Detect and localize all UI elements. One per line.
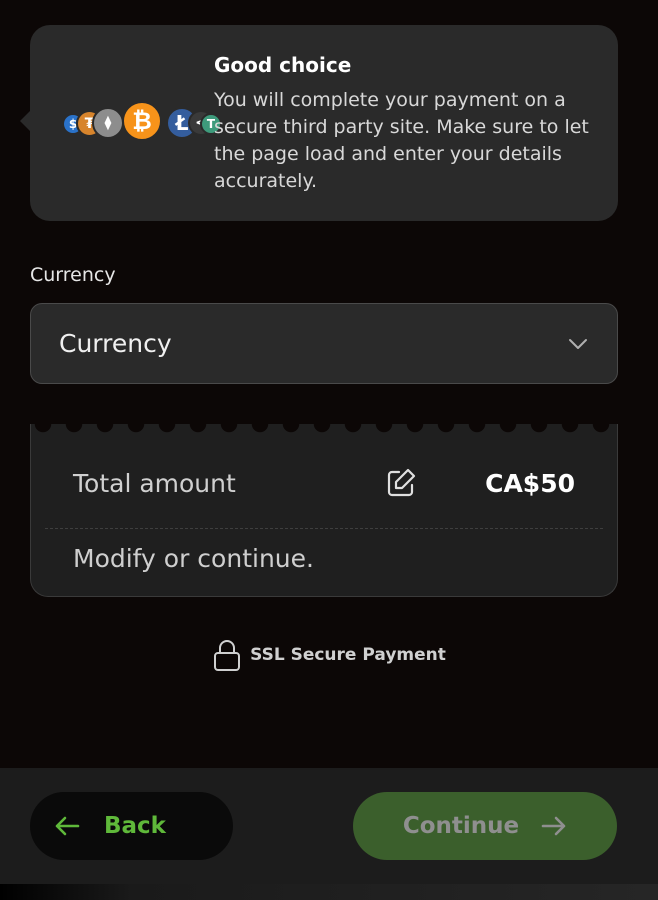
card-pointer — [20, 111, 30, 131]
total-amount-label: Total amount — [73, 468, 236, 498]
edit-icon[interactable] — [383, 465, 419, 501]
total-amount-value: CA$50 — [485, 468, 575, 498]
crypto-coins-icon: $ ₮ ⧫ Ł < T ₿ — [62, 101, 222, 143]
continue-button[interactable]: Continue — [353, 792, 617, 860]
total-amount-row: Total amount CA$50 — [31, 454, 617, 512]
back-button[interactable]: Back — [30, 792, 233, 860]
lock-icon — [212, 638, 242, 672]
currency-label: Currency — [30, 264, 116, 286]
ssl-text: SSL Secure Payment — [250, 645, 446, 665]
continue-button-label: Continue — [402, 813, 520, 839]
info-description: You will complete your payment on a secu… — [214, 89, 589, 192]
modify-hint: Modify or continue. — [73, 544, 314, 573]
ethereum-coin-icon: ⧫ — [92, 107, 124, 139]
arrow-left-icon — [55, 816, 80, 836]
chevron-down-icon — [569, 338, 587, 349]
amount-card: Total amount CA$50 Modify or continue. — [30, 424, 618, 597]
ticket-edge — [31, 424, 617, 436]
ssl-secure-badge: SSL Secure Payment — [0, 638, 658, 672]
footer-actions: Back Continue — [0, 768, 658, 884]
bitcoin-coin-icon: ₿ — [122, 101, 162, 141]
info-title: Good choice — [214, 53, 352, 77]
bottom-strip — [0, 884, 658, 900]
payment-info-card: $ ₮ ⧫ Ł < T ₿ Good choice You will compl… — [20, 25, 618, 221]
arrow-right-icon — [541, 816, 566, 836]
currency-select-value: Currency — [59, 329, 172, 358]
dashed-divider — [45, 528, 603, 529]
currency-select[interactable]: Currency — [30, 303, 618, 384]
back-button-label: Back — [104, 813, 166, 839]
